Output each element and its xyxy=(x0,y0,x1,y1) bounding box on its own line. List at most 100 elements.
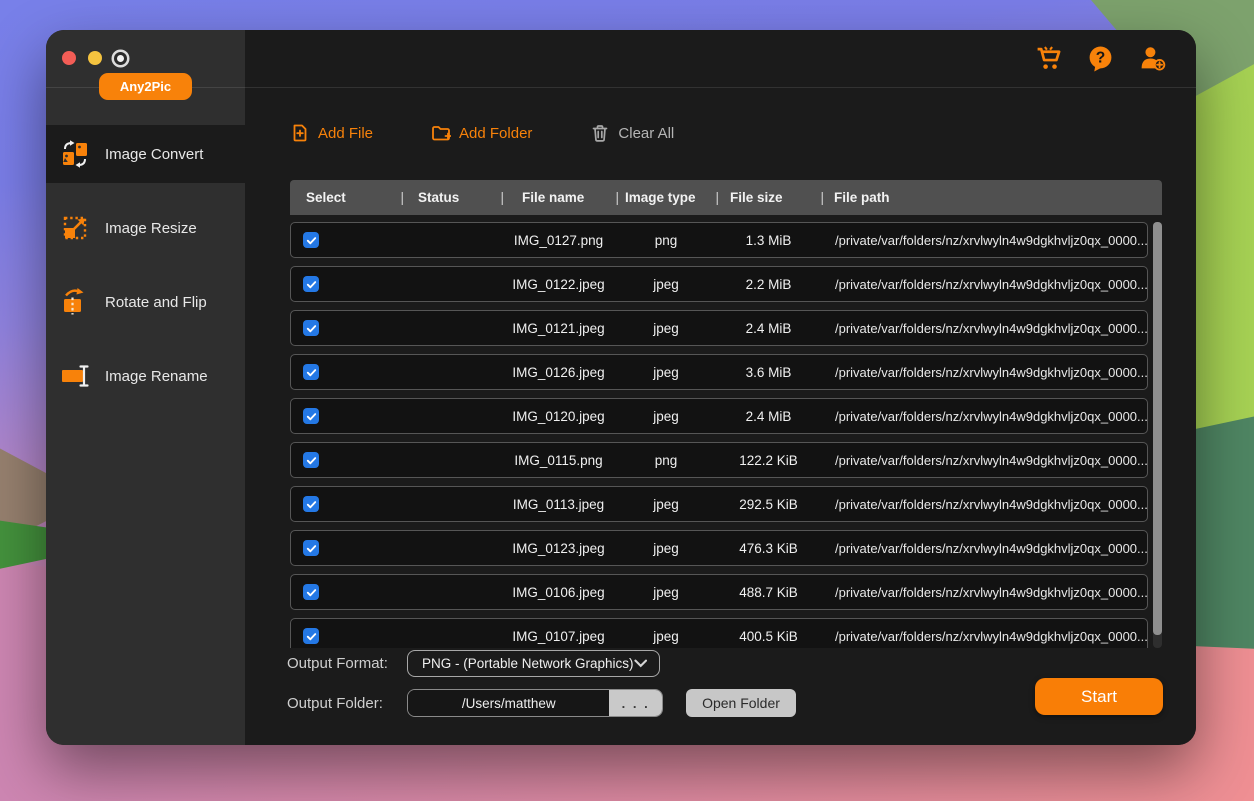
output-folder-label: Output Folder: xyxy=(287,695,383,712)
rotate-flip-icon xyxy=(60,287,90,317)
check-icon xyxy=(305,278,318,291)
toolbar: Add File Add Folder Clear All xyxy=(290,118,674,148)
file-table: Select| Status| File name| Image type| F… xyxy=(290,180,1162,648)
sidebar-item-label: Image Rename xyxy=(105,368,208,385)
column-header-file-path: File path xyxy=(820,190,1162,205)
row-type: png xyxy=(616,453,716,468)
row-select-cell xyxy=(291,364,401,380)
column-header-select: Select| xyxy=(290,190,400,205)
row-filename: IMG_0123.jpeg xyxy=(501,541,616,556)
row-filename: IMG_0126.jpeg xyxy=(501,365,616,380)
sidebar-item-image-resize[interactable]: Image Resize xyxy=(46,199,245,257)
sidebar-item-image-rename[interactable]: Image Rename xyxy=(46,347,245,405)
row-checkbox[interactable] xyxy=(303,584,319,600)
table-row[interactable]: IMG_0120.jpeg jpeg 2.4 MiB /private/var/… xyxy=(290,398,1148,434)
chevron-down-icon xyxy=(634,659,647,668)
titlebar-actions: ? xyxy=(1035,30,1196,87)
add-file-button[interactable]: Add File xyxy=(290,123,373,143)
help-icon[interactable]: ? xyxy=(1087,45,1114,72)
row-checkbox[interactable] xyxy=(303,232,319,248)
row-filename: IMG_0127.png xyxy=(501,233,616,248)
output-folder-input[interactable]: /Users/matthew xyxy=(408,690,609,716)
check-icon xyxy=(305,454,318,467)
row-checkbox[interactable] xyxy=(303,320,319,336)
check-icon xyxy=(305,322,318,335)
image-resize-icon xyxy=(60,213,90,243)
close-button[interactable] xyxy=(62,51,76,65)
table-body: IMG_0127.png png 1.3 MiB /private/var/fo… xyxy=(290,222,1162,648)
row-checkbox[interactable] xyxy=(303,628,319,644)
row-type: jpeg xyxy=(616,541,716,556)
row-select-cell xyxy=(291,584,401,600)
row-path: /private/var/folders/nz/xrvlwyln4w9dgkhv… xyxy=(821,453,1147,468)
check-icon xyxy=(305,234,318,247)
row-type: jpeg xyxy=(616,321,716,336)
sidebar-item-label: Image Resize xyxy=(105,220,197,237)
row-checkbox[interactable] xyxy=(303,452,319,468)
row-checkbox[interactable] xyxy=(303,276,319,292)
sidebar-nav: Image Convert Image Resize xyxy=(46,125,245,421)
cart-icon[interactable] xyxy=(1035,45,1062,72)
table-row[interactable]: IMG_0126.jpeg jpeg 3.6 MiB /private/var/… xyxy=(290,354,1148,390)
row-checkbox[interactable] xyxy=(303,364,319,380)
row-size: 488.7 KiB xyxy=(716,585,821,600)
sidebar-item-image-convert[interactable]: Image Convert xyxy=(46,125,245,183)
table-header: Select| Status| File name| Image type| F… xyxy=(290,180,1162,215)
row-path: /private/var/folders/nz/xrvlwyln4w9dgkhv… xyxy=(821,321,1147,336)
row-select-cell xyxy=(291,232,401,248)
row-type: jpeg xyxy=(616,585,716,600)
row-select-cell xyxy=(291,408,401,424)
sidebar-item-rotate-and-flip[interactable]: Rotate and Flip xyxy=(46,273,245,331)
row-select-cell xyxy=(291,628,401,644)
sidebar: Image Convert Image Resize xyxy=(46,30,245,745)
table-rows: IMG_0127.png png 1.3 MiB /private/var/fo… xyxy=(290,222,1148,648)
add-file-icon xyxy=(290,123,310,143)
table-row[interactable]: IMG_0107.jpeg jpeg 400.5 KiB /private/va… xyxy=(290,618,1148,648)
row-path: /private/var/folders/nz/xrvlwyln4w9dgkhv… xyxy=(821,233,1147,248)
row-size: 3.6 MiB xyxy=(716,365,821,380)
minimize-button[interactable] xyxy=(88,51,102,65)
row-path: /private/var/folders/nz/xrvlwyln4w9dgkhv… xyxy=(821,585,1147,600)
table-scrollbar-track xyxy=(1153,222,1162,648)
clear-all-label: Clear All xyxy=(618,125,674,142)
row-select-cell xyxy=(291,276,401,292)
table-row[interactable]: IMG_0106.jpeg jpeg 488.7 KiB /private/va… xyxy=(290,574,1148,610)
row-path: /private/var/folders/nz/xrvlwyln4w9dgkhv… xyxy=(821,409,1147,424)
table-scrollbar-thumb[interactable] xyxy=(1153,222,1162,635)
zoom-button[interactable] xyxy=(114,52,127,65)
table-row[interactable]: IMG_0113.jpeg jpeg 292.5 KiB /private/va… xyxy=(290,486,1148,522)
add-folder-button[interactable]: Add Folder xyxy=(431,123,532,143)
row-path: /private/var/folders/nz/xrvlwyln4w9dgkhv… xyxy=(821,365,1147,380)
row-type: jpeg xyxy=(616,365,716,380)
start-button[interactable]: Start xyxy=(1035,678,1163,715)
desktop: Image Convert Image Resize xyxy=(0,0,1254,801)
row-checkbox[interactable] xyxy=(303,408,319,424)
image-rename-icon xyxy=(60,361,90,391)
trash-icon xyxy=(590,123,610,143)
main-panel: ? Add File xyxy=(245,30,1196,745)
add-folder-label: Add Folder xyxy=(459,125,532,142)
table-row[interactable]: IMG_0121.jpeg jpeg 2.4 MiB /private/var/… xyxy=(290,310,1148,346)
row-filename: IMG_0122.jpeg xyxy=(501,277,616,292)
clear-all-button[interactable]: Clear All xyxy=(590,123,674,143)
row-checkbox[interactable] xyxy=(303,496,319,512)
output-format-value: PNG - (Portable Network Graphics) xyxy=(422,656,634,671)
row-filename: IMG_0121.jpeg xyxy=(501,321,616,336)
open-folder-button[interactable]: Open Folder xyxy=(686,689,796,717)
row-filename: IMG_0120.jpeg xyxy=(501,409,616,424)
table-row[interactable]: IMG_0123.jpeg jpeg 476.3 KiB /private/va… xyxy=(290,530,1148,566)
table-row[interactable]: IMG_0122.jpeg jpeg 2.2 MiB /private/var/… xyxy=(290,266,1148,302)
add-folder-icon xyxy=(431,123,451,143)
column-header-status: Status| xyxy=(400,190,500,205)
row-checkbox[interactable] xyxy=(303,540,319,556)
check-icon xyxy=(305,498,318,511)
table-row[interactable]: IMG_0127.png png 1.3 MiB /private/var/fo… xyxy=(290,222,1148,258)
row-size: 1.3 MiB xyxy=(716,233,821,248)
browse-button[interactable]: . . . xyxy=(609,690,662,716)
output-format-select[interactable]: PNG - (Portable Network Graphics) xyxy=(407,650,660,677)
table-row[interactable]: IMG_0115.png png 122.2 KiB /private/var/… xyxy=(290,442,1148,478)
add-file-label: Add File xyxy=(318,125,373,142)
row-path: /private/var/folders/nz/xrvlwyln4w9dgkhv… xyxy=(821,541,1147,556)
add-user-icon[interactable] xyxy=(1139,45,1166,72)
row-type: jpeg xyxy=(616,629,716,644)
